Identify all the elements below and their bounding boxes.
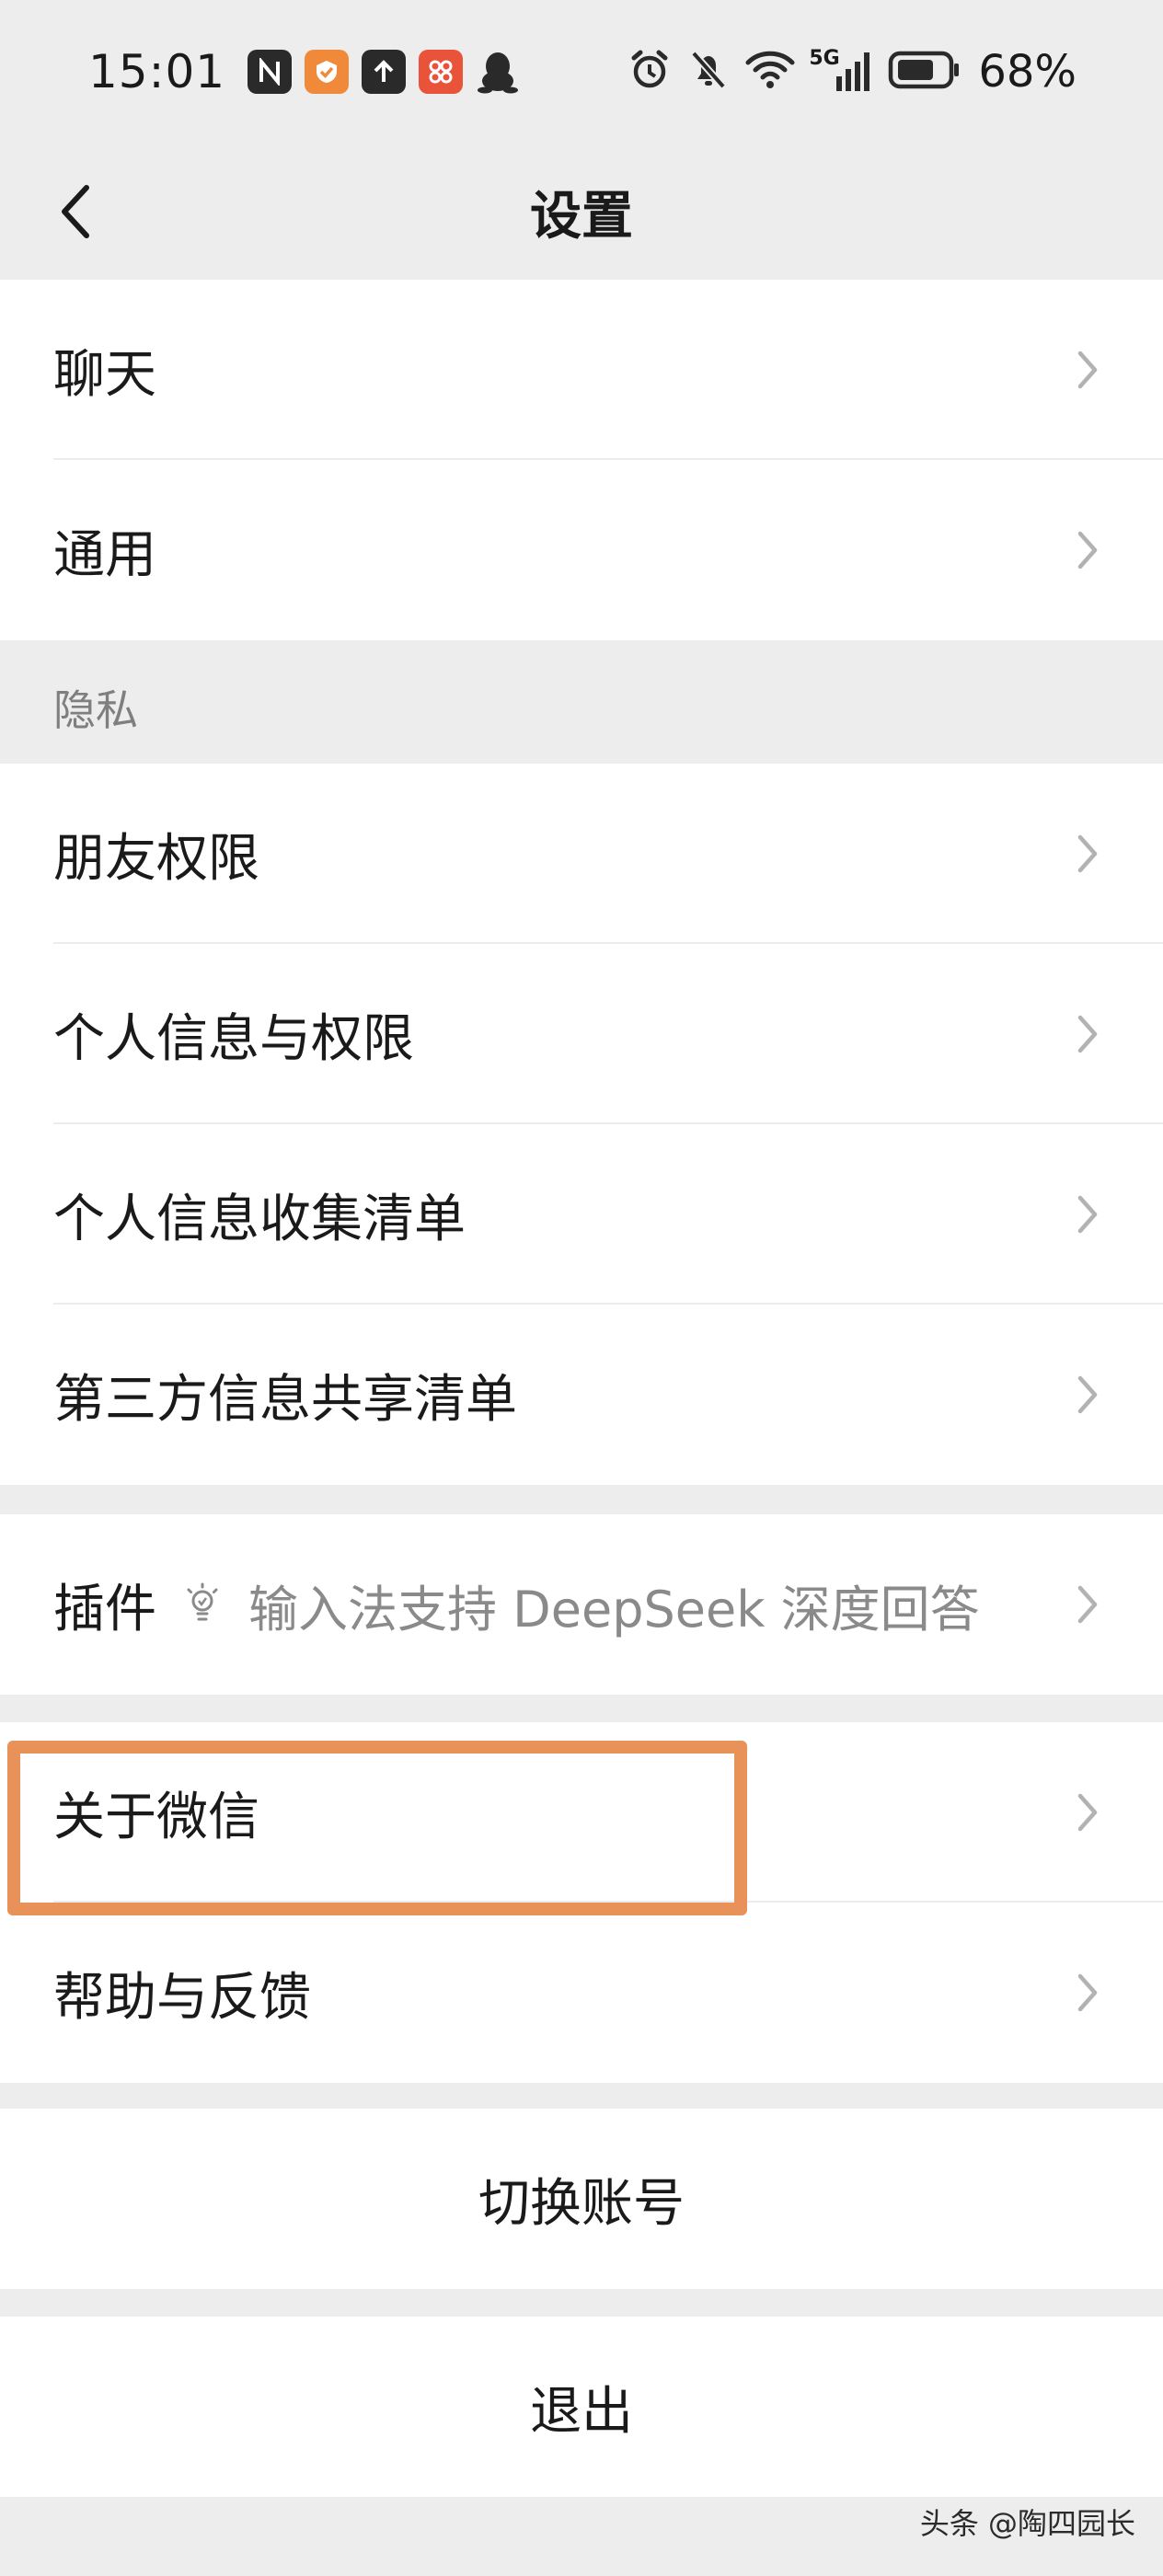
chevron-right-icon [1077, 351, 1098, 389]
switch-account-button[interactable]: 切换账号 [0, 2109, 1163, 2289]
penguin-icon [476, 50, 520, 94]
settings-item-info-collection-list[interactable]: 个人信息收集清单 [0, 1124, 1163, 1305]
settings-item-label: 通用 [53, 524, 156, 585]
settings-item-label: 个人信息收集清单 [53, 1189, 466, 1249]
watermark: 头条 @陶四园长 [919, 2506, 1135, 2541]
settings-item-plugins[interactable]: 插件 输入法支持 DeepSeek 深度回答 [0, 1514, 1163, 1695]
chevron-right-icon [1077, 834, 1098, 873]
status-time: 15:01 [88, 45, 226, 98]
settings-item-label: 朋友权限 [53, 828, 259, 889]
section-header-privacy: 隐私 [53, 685, 138, 735]
logout-button[interactable]: 退出 [0, 2317, 1163, 2497]
settings-item-label: 聊天 [53, 344, 156, 405]
alarm-icon [627, 47, 673, 97]
settings-group-general: 聊天 通用 [0, 280, 1163, 640]
settings-item-label: 插件 [53, 1579, 156, 1639]
lightbulb-icon [187, 1582, 218, 1621]
battery-icon [888, 49, 961, 95]
chevron-right-icon [1077, 1793, 1098, 1832]
settings-item-personal-info-permissions[interactable]: 个人信息与权限 [0, 944, 1163, 1124]
settings-item-general[interactable]: 通用 [0, 460, 1163, 640]
settings-item-third-party-sharing-list[interactable]: 第三方信息共享清单 [0, 1305, 1163, 1485]
chevron-right-icon [1077, 531, 1098, 569]
nav-bar: 设置 [0, 144, 1163, 280]
settings-item-friend-permissions[interactable]: 朋友权限 [0, 764, 1163, 944]
page-title: 设置 [530, 186, 633, 247]
chevron-right-icon [1077, 1973, 1098, 2012]
status-bar: 15:01 5G 68% [0, 0, 1163, 144]
logout-group: 退出 [0, 2317, 1163, 2497]
plugin-tip-text: 输入法支持 DeepSeek 深度回答 [248, 1580, 980, 1639]
battery-percent: 68% [978, 46, 1077, 98]
settings-item-chat[interactable]: 聊天 [0, 280, 1163, 460]
settings-item-help-feedback[interactable]: 帮助与反馈 [0, 1903, 1163, 2083]
plugin-tip: 输入法支持 DeepSeek 深度回答 [184, 1569, 980, 1641]
settings-group-privacy: 朋友权限 个人信息与权限 个人信息收集清单 第三方信息共享清单 [0, 764, 1163, 1485]
signal-5g-icon: 5G [809, 47, 875, 95]
app-grid-icon [419, 50, 464, 94]
chevron-right-icon [1077, 1195, 1098, 1234]
settings-item-label: 第三方信息共享清单 [53, 1369, 517, 1430]
chevron-right-icon [1077, 1585, 1098, 1624]
nfc-icon [248, 50, 293, 94]
settings-item-label: 帮助与反馈 [53, 1967, 311, 2028]
chevron-right-icon [1077, 1375, 1098, 1414]
back-button[interactable] [35, 171, 116, 252]
mute-bell-icon [685, 47, 731, 97]
wifi-icon [744, 48, 796, 96]
settings-item-label: 关于微信 [53, 1787, 259, 1847]
settings-item-label: 个人信息与权限 [53, 1008, 414, 1069]
switch-account-group: 切换账号 [0, 2109, 1163, 2289]
settings-group-plugins: 插件 输入法支持 DeepSeek 深度回答 [0, 1514, 1163, 1695]
chevron-right-icon [1077, 1015, 1098, 1053]
shield-check-icon [305, 50, 350, 94]
settings-group-about: 关于微信 帮助与反馈 [0, 1722, 1163, 2083]
upload-icon [362, 50, 407, 94]
chevron-left-icon [62, 185, 89, 238]
settings-item-about-wechat[interactable]: 关于微信 [0, 1722, 1163, 1903]
